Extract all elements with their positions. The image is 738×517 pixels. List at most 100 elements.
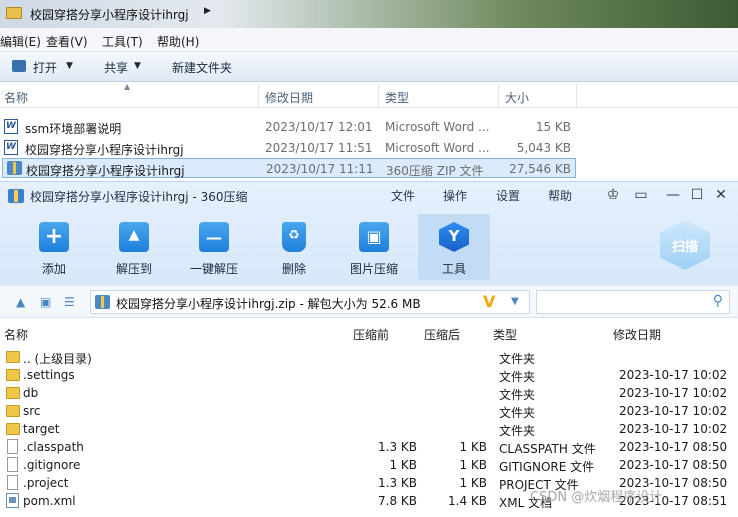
list-view-icon[interactable]: ☰ (64, 295, 75, 309)
extract-to-label: 解压到 (115, 262, 152, 276)
open-button[interactable]: 打开 (33, 59, 57, 76)
word-doc-icon (4, 119, 18, 134)
entry-type: 文件夹 (499, 406, 536, 420)
entry-date: 2023-10-17 08:50 (619, 440, 728, 454)
add-button[interactable]: 添加 (18, 214, 90, 280)
entry-name: .classpath (23, 440, 84, 454)
col-date[interactable]: 修改日期 (265, 89, 313, 106)
entry-size-after: 1 KB (459, 476, 487, 490)
col-compressed-after[interactable]: 压缩后 (424, 326, 460, 343)
file-type: 360压缩 ZIP 文件 (386, 164, 484, 178)
zip-menu-ops[interactable]: 操作 (443, 187, 467, 204)
one-click-extract-label: 一键解压 (189, 262, 238, 276)
file-row[interactable]: ssm环境部署说明 2023/10/17 12:01 Microsoft Wor… (0, 117, 738, 137)
entry-type: 文件夹 (499, 370, 536, 384)
archive-entry-row[interactable]: .. (上级目录) 文件夹 (0, 348, 738, 366)
col-modified[interactable]: 修改日期 (613, 326, 661, 343)
minimize-icon[interactable]: — (664, 187, 682, 203)
verified-icon[interactable]: V (483, 292, 495, 311)
zip-column-header: 名称 压缩前 压缩后 类型 修改日期 (0, 322, 738, 344)
file-type: Microsoft Word ... (385, 141, 490, 155)
entry-name: db (23, 386, 39, 400)
feedback-icon[interactable]: ▭ (632, 187, 650, 203)
file-name: ssm环境部署说明 (25, 122, 122, 136)
zip-file-icon (7, 161, 22, 175)
image-compress-label: 图片压缩 (349, 262, 398, 276)
maximize-icon[interactable]: ☐ (688, 187, 706, 203)
open-dropdown-icon[interactable]: ▼ (66, 61, 73, 71)
entry-name: .settings (23, 368, 75, 382)
col-size[interactable]: 大小 (505, 89, 529, 106)
archive-entry-row[interactable]: src 文件夹 2023-10-17 10:02 (0, 402, 738, 420)
col-type[interactable]: 类型 (493, 326, 517, 343)
menu-help[interactable]: 帮助(H) (157, 33, 199, 50)
col-compressed-before[interactable]: 压缩前 (353, 326, 389, 343)
entry-date: 2023-10-17 10:02 (619, 422, 728, 436)
menu-tools[interactable]: 工具(T) (102, 33, 143, 50)
entry-date: 2023-10-17 10:02 (619, 368, 728, 382)
tools-button[interactable]: 工具 (418, 214, 490, 280)
folder-icon (6, 351, 20, 363)
col-name[interactable]: 名称 (4, 89, 28, 106)
col-type[interactable]: 类型 (385, 89, 409, 106)
close-icon[interactable]: ✕ (712, 187, 730, 203)
zip-app-icon (8, 189, 24, 203)
file-icon (7, 475, 18, 490)
file-row-selected[interactable]: 校园穿搭分享小程序设计ihrgj 2023/10/17 11:11 360压缩 … (2, 158, 576, 178)
thumbnail-view-icon[interactable]: ▣ (40, 295, 51, 309)
word-doc-icon (4, 140, 18, 155)
file-date: 2023/10/17 11:11 (266, 162, 374, 176)
address-bar: ▲ ▣ ☰ 校园穿搭分享小程序设计ihrgj.zip - 解包大小为 52.6 … (0, 286, 738, 318)
entry-date: 2023-10-17 10:02 (619, 404, 728, 418)
image-compress-button[interactable]: 图片压缩 (338, 214, 410, 280)
explorer-path[interactable]: 校园穿搭分享小程序设计ihrgj (30, 6, 189, 23)
explorer-title-bar: 校园穿搭分享小程序设计ihrgj ▶ (0, 0, 738, 28)
zip-header-area: 校园穿搭分享小程序设计ihrgj - 360压缩 文件 操作 设置 帮助 ♔ ▭… (0, 182, 738, 286)
scan-button[interactable]: 扫描 (660, 220, 710, 270)
file-name: 校园穿搭分享小程序设计ihrgj (25, 143, 184, 157)
zip-menu-settings[interactable]: 设置 (496, 187, 520, 204)
one-click-extract-button[interactable]: 一键解压 (178, 214, 250, 280)
archive-path-field[interactable]: 校园穿搭分享小程序设计ihrgj.zip - 解包大小为 52.6 MB V ▼ (90, 290, 530, 314)
delete-button[interactable]: 删除 (258, 214, 330, 280)
tools-label: 工具 (441, 262, 466, 276)
new-folder-button[interactable]: 新建文件夹 (172, 59, 232, 76)
file-row[interactable]: 校园穿搭分享小程序设计ihrgj 2023/10/17 11:51 Micros… (0, 138, 738, 158)
recycle-bin-icon (282, 222, 306, 252)
archive-entry-row[interactable]: target 文件夹 2023-10-17 10:02 (0, 420, 738, 438)
col-name[interactable]: 名称 (4, 326, 28, 343)
tools-icon (439, 222, 469, 252)
file-type: Microsoft Word ... (385, 120, 490, 134)
up-level-icon[interactable]: ▲ (16, 295, 25, 309)
explorer-toolbar: 打开 ▼ 共享 ▼ 新建文件夹 (0, 52, 738, 82)
archive-entry-row[interactable]: db 文件夹 2023-10-17 10:02 (0, 384, 738, 402)
folder-icon (6, 369, 20, 381)
zip-window: 校园穿搭分享小程序设计ihrgj - 360压缩 文件 操作 设置 帮助 ♔ ▭… (0, 181, 738, 517)
entry-name: pom.xml (23, 494, 76, 508)
menu-edit[interactable]: 编辑(E) (0, 33, 41, 50)
file-icon (7, 457, 18, 472)
scan-label: 扫描 (671, 240, 698, 255)
extract-to-icon (119, 222, 149, 252)
zip-menu-file[interactable]: 文件 (391, 187, 415, 204)
archive-entry-row[interactable]: .classpath 1.3 KB 1 KB CLASSPATH 文件 2023… (0, 438, 738, 456)
folder-icon (6, 405, 20, 417)
file-date: 2023/10/17 12:01 (265, 120, 373, 134)
archive-entry-row[interactable]: .settings 文件夹 2023-10-17 10:02 (0, 366, 738, 384)
entry-name: .project (23, 476, 69, 490)
skin-icon[interactable]: ♔ (604, 187, 622, 203)
breadcrumb-arrow-icon[interactable]: ▶ (204, 6, 211, 16)
watermark: CSDN @炊烟程序设计 (530, 490, 663, 505)
extract-to-button[interactable]: 解压到 (98, 214, 170, 280)
entry-name: src (23, 404, 41, 418)
share-dropdown-icon[interactable]: ▼ (134, 61, 141, 71)
entry-type: 文件夹 (499, 352, 536, 366)
zip-menu-help[interactable]: 帮助 (548, 187, 572, 204)
archive-entry-row[interactable]: .gitignore 1 KB 1 KB GITIGNORE 文件 2023-1… (0, 456, 738, 474)
menu-view[interactable]: 查看(V) (46, 33, 88, 50)
chevron-down-icon[interactable]: ▼ (511, 296, 519, 307)
file-date: 2023/10/17 11:51 (265, 141, 373, 155)
search-icon[interactable]: ⚲ (713, 293, 723, 309)
share-button[interactable]: 共享 (104, 59, 128, 76)
search-input[interactable]: ⚲ (536, 290, 730, 314)
